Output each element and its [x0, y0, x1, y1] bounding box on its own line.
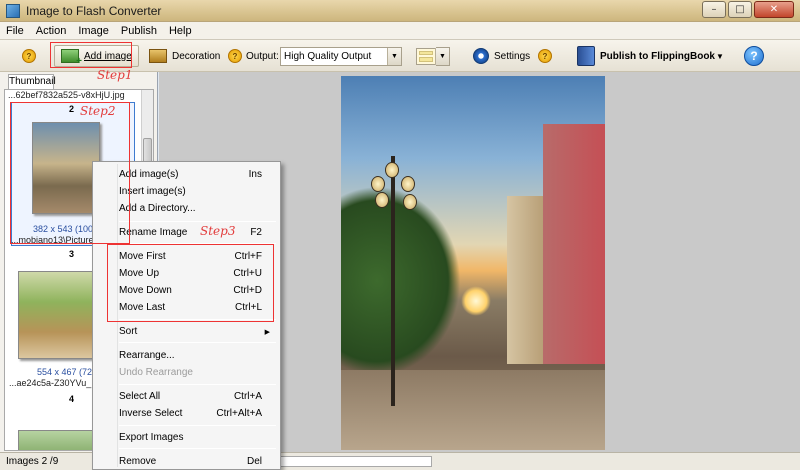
layout-icon[interactable] — [416, 47, 436, 65]
menu-item-export-images[interactable]: Export Images — [95, 429, 278, 446]
annotation-step1: Step1 — [97, 68, 133, 82]
menu-publish[interactable]: Publish — [121, 25, 157, 37]
menu-item-sort[interactable]: Sort ▶ — [95, 323, 278, 340]
thumb-filename: ...ae24c5a-Z30YVu_ — [9, 378, 92, 388]
settings-label: Settings — [494, 50, 531, 62]
preview-image — [341, 76, 605, 450]
menu-item-undo-rearrange: Undo Rearrange — [119, 367, 193, 378]
menu-image[interactable]: Image — [78, 25, 109, 37]
menu-separator — [119, 342, 276, 343]
settings-button[interactable]: Settings — [466, 45, 537, 67]
menu-item-rearrange[interactable]: Rearrange... — [95, 347, 278, 364]
tab-thumbnail[interactable]: Thumbnail — [8, 74, 56, 89]
menu-item-remove[interactable]: Remove Del — [95, 453, 278, 470]
help-badge-1[interactable]: ? — [22, 44, 36, 68]
menu-bar: File Action Image Publish Help — [0, 22, 800, 40]
publish-button[interactable]: Publish to FlippingBook — [570, 45, 722, 67]
thumbnail-image[interactable] — [18, 271, 94, 359]
output-value: High Quality Output — [284, 50, 372, 62]
help-coin-icon: ? — [22, 49, 36, 63]
annotation-box-step2 — [10, 102, 130, 244]
chevron-down-icon: ▼ — [435, 47, 449, 65]
annotation-step3: Step3 — [200, 224, 236, 238]
menu-item-inverse-select[interactable]: Inverse Select Ctrl+Alt+A — [95, 405, 278, 422]
thumb-number: 4 — [69, 394, 75, 404]
thumbnail-image[interactable] — [18, 430, 94, 450]
window-title: Image to Flash Converter — [26, 4, 162, 18]
menu-separator — [119, 384, 276, 385]
help-icon[interactable]: ? — [744, 46, 764, 66]
menu-separator — [119, 448, 276, 449]
chevron-down-icon: ▼ — [387, 47, 401, 65]
help-coin-icon: ? — [538, 49, 552, 63]
minimize-button[interactable]: – — [702, 1, 726, 18]
publish-label: Publish to FlippingBook — [600, 50, 715, 62]
thumb-number: 3 — [69, 249, 75, 259]
thumb-caption: ...62bef7832a525-v8xHjU.jpg — [8, 90, 125, 100]
app-icon — [6, 4, 20, 18]
chevron-down-icon: ▼ — [716, 51, 724, 61]
menu-item-select-all[interactable]: Select All Ctrl+A — [95, 388, 278, 405]
maximize-button[interactable]: □ — [728, 1, 752, 18]
submenu-arrow-icon: ▶ — [264, 328, 270, 336]
book-icon — [577, 46, 595, 66]
close-button[interactable]: ✕ — [754, 1, 794, 18]
help-badge-2[interactable]: ? — [228, 44, 242, 68]
decoration-label: Decoration — [172, 50, 221, 62]
menu-help[interactable]: Help — [169, 25, 192, 37]
help-badge-3[interactable]: ? — [538, 44, 552, 68]
menu-separator — [119, 221, 276, 222]
output-select[interactable]: High Quality Output ▼ — [280, 46, 402, 66]
annotation-box-step3 — [107, 244, 274, 322]
annotation-box-step1 — [50, 42, 132, 68]
menu-file[interactable]: File — [6, 25, 24, 37]
menu-action[interactable]: Action — [36, 25, 67, 37]
decoration-icon — [149, 49, 167, 63]
output-label: Output: — [246, 50, 279, 62]
window-controls: – □ ✕ — [702, 1, 794, 18]
publish-dropdown[interactable]: ▼ — [716, 44, 724, 68]
menu-separator — [119, 425, 276, 426]
gear-icon — [473, 48, 489, 64]
title-bar: Image to Flash Converter – □ ✕ — [0, 0, 800, 22]
help-coin-icon: ? — [228, 49, 242, 63]
thumb-dimensions: 554 x 467 (72 — [37, 367, 93, 377]
annotation-step2: Step2 — [80, 104, 116, 118]
decoration-button[interactable]: Decoration — [142, 45, 227, 67]
status-text: Images 2 /9 — [6, 456, 59, 467]
layout-dropdown[interactable]: ▼ — [435, 46, 450, 66]
